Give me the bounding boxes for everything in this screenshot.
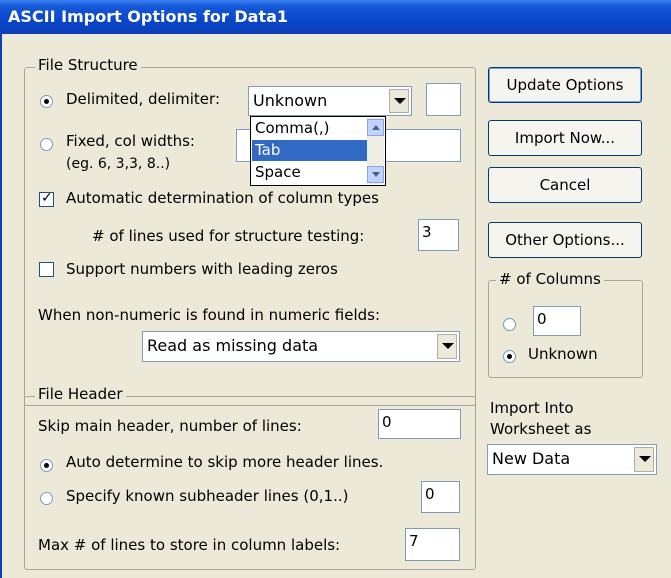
dialog-body: File Structure Delimited, delimiter: Unk… (0, 34, 671, 578)
non-numeric-select-value: Read as missing data (147, 336, 319, 355)
chevron-up-icon (372, 125, 380, 130)
non-numeric-dropdown-button[interactable] (437, 334, 457, 359)
chevron-down-icon (394, 98, 406, 104)
specify-field[interactable]: 0 (421, 481, 460, 513)
fixed-radio[interactable] (40, 138, 53, 151)
non-numeric-label: When non-numeric is found in numeric fie… (38, 306, 381, 324)
delimiter-custom-field[interactable] (426, 83, 461, 116)
window-title: ASCII Import Options for Data1 (0, 0, 671, 34)
delimiter-dropdown-button[interactable] (389, 89, 409, 113)
auto-types-checkbox[interactable]: ✓ (39, 190, 54, 207)
delimiter-option-space[interactable]: Space (252, 162, 368, 183)
import-into-label: Import Into (490, 399, 574, 417)
non-numeric-select[interactable]: Read as missing data (142, 331, 460, 362)
columns-unknown-label: Unknown (528, 345, 598, 363)
columns-unknown-radio[interactable] (503, 350, 516, 363)
chevron-down-icon (442, 343, 454, 349)
delimiter-option-comma[interactable]: Comma(,) (252, 118, 368, 139)
columns-legend: # of Columns (496, 270, 604, 288)
import-into-dropdown-button[interactable] (634, 447, 654, 472)
import-into-select-value: New Data (492, 449, 571, 468)
update-options-button[interactable]: Update Options (488, 67, 642, 103)
specify-label: Specify known subheader lines (0,1..) (66, 487, 349, 505)
other-options-button[interactable]: Other Options... (488, 222, 642, 258)
scroll-down-button[interactable] (367, 166, 384, 183)
fixed-hint: (eg. 6, 3,3, 8..) (66, 156, 171, 172)
file-structure-legend: File Structure (35, 56, 141, 74)
fixed-label: Fixed, col widths: (66, 132, 195, 150)
delimiter-select-value: Unknown (253, 91, 328, 110)
delimited-radio[interactable] (40, 95, 53, 108)
checkmark-icon: ✓ (41, 190, 53, 206)
chevron-down-icon (372, 172, 380, 177)
skip-main-label: Skip main header, number of lines: (38, 417, 302, 435)
columns-count-radio[interactable] (503, 318, 516, 331)
import-into-select[interactable]: New Data (487, 444, 657, 475)
import-into-label-line2: Worksheet as (490, 420, 592, 438)
max-lines-label: Max # of lines to store in column labels… (38, 536, 341, 554)
max-lines-field[interactable]: 7 (405, 528, 460, 561)
delimiter-select[interactable]: Unknown (248, 86, 412, 116)
chevron-down-icon (639, 456, 651, 462)
auto-skip-radio[interactable] (40, 459, 53, 472)
auto-skip-label: Auto determine to skip more header lines… (66, 453, 384, 471)
skip-main-field[interactable]: 0 (378, 409, 461, 439)
leading-zeros-label: Support numbers with leading zeros (66, 260, 338, 278)
specify-radio[interactable] (40, 492, 53, 505)
columns-count-field[interactable]: 0 (533, 306, 581, 336)
delimiter-dropdown-list: Comma(,) Tab Space (250, 116, 386, 186)
import-now-button[interactable]: Import Now... (488, 120, 642, 156)
lines-testing-field[interactable]: 3 (418, 219, 459, 251)
auto-types-label: Automatic determination of column types (66, 189, 379, 207)
lines-testing-label: # of lines used for structure testing: (92, 227, 365, 245)
scroll-up-button[interactable] (367, 119, 384, 136)
file-header-legend: File Header (35, 385, 126, 403)
cancel-button[interactable]: Cancel (488, 167, 642, 203)
leading-zeros-checkbox[interactable] (39, 262, 54, 277)
delimited-label: Delimited, delimiter: (66, 90, 220, 108)
dropdown-scrollbar[interactable] (367, 118, 384, 184)
delimiter-option-tab[interactable]: Tab (252, 140, 368, 161)
